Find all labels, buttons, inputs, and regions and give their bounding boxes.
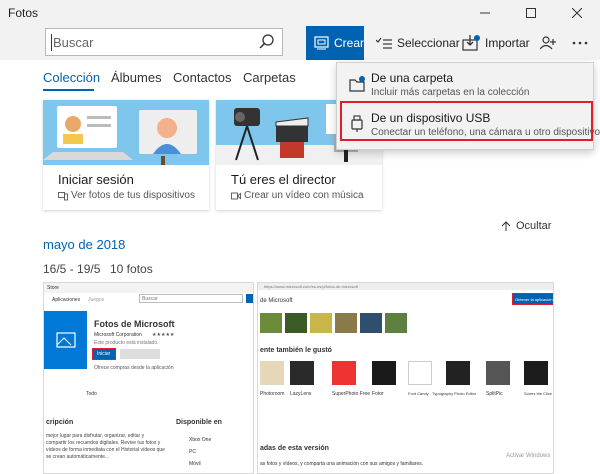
seleccionar-label: Seleccionar [397,36,460,50]
seleccionar-button[interactable]: Seleccionar [376,26,460,60]
import-folder-title: De una carpeta [371,71,454,85]
photos-app-icon [56,332,76,348]
tab-carpetas[interactable]: Carpetas [243,70,296,85]
thumb-search-button [246,294,253,303]
folder-icon [349,76,365,92]
thumb-app-tile [44,311,87,369]
thumb-version-text: as fotos y vídeos, y comparta una animac… [260,461,424,467]
crear-label: Crear [333,36,364,50]
sign-in-illustration [43,100,209,165]
create-icon [314,36,329,50]
add-person-button[interactable] [540,26,561,60]
thumb-url: https://www.microsoft.com/es-es/p/fotos-… [264,284,358,289]
tab-active-indicator [43,89,94,91]
window-title: Fotos [8,6,39,20]
thumb-description: mejor lugar para disfrutar, organizar, e… [46,433,165,460]
thumb-device-mobile: Móvil [189,461,201,467]
thumb-get-highlight: Obtener la aplicación [512,293,553,305]
tab-albumes[interactable]: Álbumes [111,70,162,85]
thumb-device-xbox: Xbox One [189,437,212,443]
more-options-button[interactable] [572,26,593,60]
thumb-publisher: Microsoft Corporation [94,332,142,338]
hide-button[interactable]: Ocultar [501,220,551,232]
thumb-url-bar: https://www.microsoft.com/es-es/p/fotos-… [258,283,553,290]
card-sign-in[interactable]: Iniciar sesión Ver fotos de tus disposit… [43,100,209,210]
thumb-description-heading: cripción [46,419,74,426]
thumb-installed-note: Este producto está instalado. [94,340,159,346]
devices-icon [58,191,68,200]
usb-highlight-box [340,101,593,141]
select-list-icon [376,37,392,49]
import-folder-subtitle: Incluir más carpetas en la colección [371,87,530,98]
thumb-app-title: Fotos de Microsoft [94,319,175,329]
hide-label: Ocultar [516,220,552,232]
thumb-app-name: Fotor [372,391,384,397]
card-subtitle-row: Ver fotos de tus dispositivos [58,190,195,201]
thumb-store-label: Store [47,285,59,291]
close-icon [572,8,582,18]
title-bar: Fotos [0,0,600,26]
thumb-watermark: Activar Windows [506,453,551,459]
minimize-button[interactable] [462,0,508,26]
thumb-todo: Todo [86,391,97,397]
card-title: Iniciar sesión [58,172,134,187]
minimize-icon [480,12,490,14]
arrow-up-icon [501,221,511,231]
thumb-header: Store [44,283,253,293]
thumb-rating: ★★★★★ [152,332,175,338]
thumb-install-highlight: Iniciar [92,348,116,360]
date-range: 16/5 - 19/5 [43,262,101,276]
photo-thumbnail-1[interactable]: Store Aplicaciones Juegos Buscar Fotos d… [43,282,254,474]
thumb-app-name: Sones the Clive [524,391,553,396]
card-title: Tú eres el director [231,172,336,187]
search-input[interactable]: Buscar [45,28,283,56]
tab-coleccion[interactable]: Colección [43,70,100,85]
thumb-photo-strip [260,313,420,333]
month-heading[interactable]: mayo de 2018 [43,237,125,252]
thumb-offer-note: Ofrece compras desde la aplicación [94,365,174,371]
thumb-version-heading: adas de esta versión [260,445,329,452]
import-from-folder[interactable]: De una carpeta Incluir más carpetas en l… [337,67,593,103]
text-caret [51,34,52,51]
thumb-device-pc: PC [189,449,196,455]
thumb-search: Buscar [139,294,243,303]
thumb-get-btn: Obtener la aplicación [515,297,553,302]
thumb-app-name: SuperPhoto Free [332,391,371,397]
importar-label: Importar [485,36,530,50]
thumb-tab-games: Juegos [88,297,105,303]
search-placeholder: Buscar [53,35,94,50]
importar-button[interactable]: Importar [462,26,530,60]
thumb-also-liked: ente también le gustó [260,347,332,354]
maximize-icon [526,8,536,18]
card-subtitle: Ver fotos de tus dispositivos [71,190,195,201]
thumb-app-name: Photoroom [260,391,285,397]
thumb-search-text: Buscar [142,296,158,302]
thumb-available-heading: Disponible en [176,419,222,426]
thumb-app-name: LazyLens [290,391,312,397]
thumb-app-grid: Photoroom LazyLens SuperPhoto Free Fotor… [260,361,553,411]
thumb-ms-label: de Microsoft [260,298,293,304]
photo-thumbnail-2[interactable]: https://www.microsoft.com/es-es/p/fotos-… [257,282,554,474]
video-icon [231,192,241,199]
toolbar: Buscar Crear Seleccionar Importar [0,26,600,60]
thumb-app-name: SplitPic [486,391,503,397]
thumb-tab-apps: Aplicaciones [52,297,81,303]
tab-contactos[interactable]: Contactos [173,70,232,85]
thumb-app-name: Font Candy - Typography Photo Editor [408,391,477,396]
thumb-install-btn: Iniciar [97,351,111,357]
search-icon[interactable] [258,33,276,51]
card-subtitle: Crear un vídeo con música [244,190,364,201]
import-icon [462,35,480,51]
thumb-secondary-btn [120,349,160,359]
photo-count: 10 fotos [110,262,153,276]
maximize-button[interactable] [508,0,554,26]
more-icon [572,41,588,45]
crear-button[interactable]: Crear [306,26,364,60]
add-person-icon [540,36,556,50]
card-subtitle-row: Crear un vídeo con música [231,190,364,201]
close-button[interactable] [554,0,600,26]
